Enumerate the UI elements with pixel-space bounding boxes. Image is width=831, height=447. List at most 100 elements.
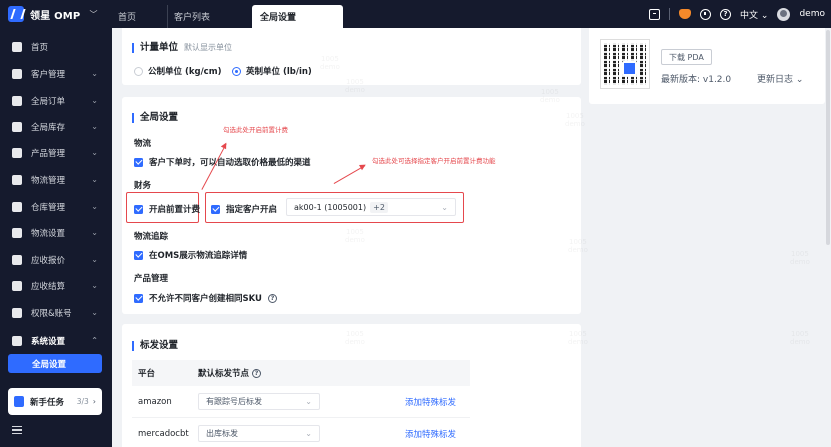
pda-panel: 下载 PDA 最新版本: v1.2.0 更新日志 ⌄ — [589, 28, 825, 104]
chevron-down-icon: ⌄ — [91, 96, 98, 105]
task-label: 新手任务 — [30, 397, 65, 408]
menu-collapse-icon[interactable] — [12, 426, 22, 434]
chevron-up-icon: ⌃ — [91, 336, 98, 345]
chevron-down-icon: ⌄ — [91, 255, 98, 264]
page-scrollbar[interactable] — [826, 30, 830, 245]
beginner-task-card[interactable]: 新手任务 3/3 › — [8, 388, 102, 415]
watermark-line: demo — [790, 258, 810, 266]
unit-panel: 计量单位 默认显示单位 公制单位 (kg/cm) 英制单位 (lb/in) — [122, 28, 581, 85]
changelog-dropdown[interactable]: 更新日志 ⌄ — [757, 72, 803, 85]
node-select[interactable]: 有跟踪号后标发 ⌄ — [198, 393, 320, 410]
version-text: 最新版本: v1.2.0 — [661, 75, 732, 85]
watermark-line: 1005 — [566, 112, 584, 120]
tracking-checkbox[interactable]: 在OMS展示物流追踪详情 — [134, 249, 247, 261]
annotation-arrow — [333, 165, 366, 185]
chevron-down-icon: ⌄ — [91, 202, 98, 211]
sidebar-item-warehouse[interactable]: 仓库管理 ⌄ — [0, 194, 112, 220]
watermark: 1005 demo — [320, 55, 340, 71]
help-icon[interactable]: ? — [267, 293, 277, 303]
download-icon[interactable] — [700, 8, 712, 20]
sidebar-item-label: 应收报价 — [31, 256, 66, 266]
mascot-icon[interactable] — [679, 9, 692, 19]
language-switch[interactable]: 中文 ⌄ — [740, 8, 768, 21]
customer-select-value: ak00-1 (1005001) +2 — [294, 201, 441, 213]
chevron-down-icon: ⌄ — [91, 228, 98, 237]
prepay-checkbox[interactable]: 开启前置计费 — [134, 203, 200, 215]
sidebar-item-logistics-settings[interactable]: 物流设置 ⌄ — [0, 220, 112, 246]
tracking-label: 物流追踪 — [134, 232, 169, 242]
sidebar-item-home[interactable]: 首页 — [0, 34, 112, 60]
unique-sku-label: 不允许不同客户创建相同SKU — [149, 294, 262, 304]
section-title-unit: 计量单位 默认显示单位 — [132, 43, 232, 53]
sidebar-item-label: 物流管理 — [31, 176, 66, 186]
add-special-link[interactable]: 添加特殊标发 — [388, 428, 470, 440]
language-label: 中文 — [740, 10, 759, 21]
watermark-line: 1005 — [541, 88, 559, 96]
settlement-icon — [12, 281, 22, 291]
header-platform: 平台 — [138, 369, 156, 379]
lowest-price-checkbox[interactable]: 客户下单时，可以自动选取价格最低的渠道 — [134, 156, 311, 168]
finance-label: 财务 — [134, 181, 152, 191]
sidebar-item-quote[interactable]: 应收报价 ⌄ — [0, 247, 112, 273]
avatar[interactable] — [777, 7, 791, 21]
sidebar-item-label: 仓库管理 — [31, 203, 66, 213]
brand-switcher[interactable]: 领星 OMP ﹀ — [0, 0, 112, 28]
watermark: 1005 demo — [565, 112, 585, 128]
tab-home[interactable]: 首页 — [112, 5, 167, 28]
chevron-down-icon: ⌄ — [441, 202, 448, 212]
tab-global-settings[interactable]: 全局设置 — [252, 5, 343, 28]
sidebar-item-global-settings[interactable]: 全局设置 — [8, 354, 102, 373]
watermark-line: 1005 — [346, 330, 364, 338]
sidebar-item-label: 产品管理 — [31, 149, 66, 159]
more-customers-tag: +2 — [370, 201, 388, 213]
warehouse-icon — [12, 202, 22, 212]
node-select-value: 出库标发 — [206, 429, 238, 438]
help-icon[interactable]: ? — [251, 368, 261, 378]
chevron-down-icon: ⌄ — [91, 148, 98, 157]
sidebar-item-truck[interactable]: 物流管理 ⌄ — [0, 167, 112, 193]
add-special-link[interactable]: 添加特殊标发 — [388, 396, 470, 408]
chevron-down-icon: ⌄ — [91, 281, 98, 290]
sidebar-item-customers[interactable]: 客户管理 ⌄ — [0, 61, 112, 87]
customer-select[interactable]: ak00-1 (1005001) +2 ⌄ — [286, 198, 456, 216]
chevron-down-icon: ⌄ — [91, 69, 98, 78]
user-name[interactable]: demo — [799, 9, 825, 19]
section-title-global: 全局设置 — [132, 113, 178, 123]
sidebar-item-settings[interactable]: 系统设置 ⌃ — [0, 328, 112, 354]
task-count: 3/3 — [76, 397, 89, 406]
specific-customer-checkbox[interactable]: 指定客户开启 — [211, 203, 277, 215]
radio-imperial[interactable]: 英制单位 (lb/in) — [232, 65, 312, 77]
lowest-price-label: 客户下单时，可以自动选取价格最低的渠道 — [149, 158, 311, 168]
task-icon — [14, 396, 24, 407]
tab-customer-list[interactable]: 客户列表 — [167, 5, 252, 28]
node-cell: 有跟踪号后标发 ⌄ — [198, 386, 388, 417]
sidebar-item-inventory[interactable]: 全局库存 ⌄ — [0, 114, 112, 140]
labeling-table: 平台 默认标发节点 ? amazon 有跟踪号后标发 ⌄ 添加特殊标发 merca… — [132, 360, 470, 447]
unique-sku-checkbox[interactable]: 不允许不同客户创建相同SKU ? — [134, 292, 277, 304]
docs-icon[interactable] — [649, 8, 661, 20]
sidebar-item-permission[interactable]: 权限&账号 ⌄ — [0, 300, 112, 326]
radio-dot — [232, 66, 241, 76]
unit-title: 计量单位 — [140, 42, 179, 53]
specific-customer-label: 指定客户开启 — [226, 205, 278, 215]
permission-icon — [12, 308, 22, 318]
sidebar-item-product[interactable]: 产品管理 ⌄ — [0, 140, 112, 166]
radio-metric[interactable]: 公制单位 (kg/cm) — [134, 65, 221, 77]
checkbox-checked-icon — [211, 204, 220, 214]
help-icon[interactable]: ? — [720, 8, 732, 20]
sidebar-item-settlement[interactable]: 应收结算 ⌄ — [0, 273, 112, 299]
sidebar-item-label: 物流设置 — [31, 229, 66, 239]
sidebar-item-label: 全局订单 — [31, 97, 66, 107]
prepay-label: 开启前置计费 — [149, 205, 201, 215]
page-tabs: 首页 客户列表 全局设置 — [112, 0, 343, 28]
watermark-line: 1005 — [569, 238, 587, 246]
node-select[interactable]: 出库标发 ⌄ — [198, 425, 320, 442]
watermark-line: demo — [345, 236, 365, 244]
watermark: 1005 demo — [345, 330, 365, 346]
chevron-right-icon: › — [92, 397, 96, 406]
sidebar-item-orders[interactable]: 全局订单 ⌄ — [0, 88, 112, 114]
annotation-prepay: 勾选此处开启前置计费 — [223, 126, 288, 134]
download-pda-button[interactable]: 下载 PDA — [661, 49, 712, 65]
logistics-label: 物流 — [134, 139, 152, 149]
radio-metric-label: 公制单位 (kg/cm) — [148, 67, 222, 77]
